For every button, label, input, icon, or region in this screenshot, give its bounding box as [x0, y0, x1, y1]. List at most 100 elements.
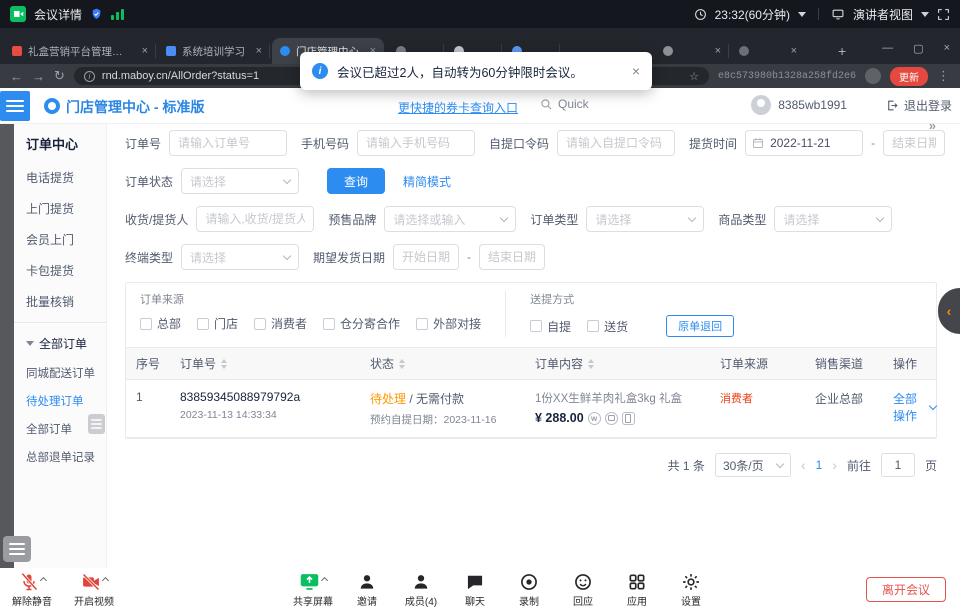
row-status: 待处理 / 无需付款 预约自提日期：2023-11-16	[360, 390, 525, 427]
original-return-button[interactable]: 原单退回	[666, 315, 734, 337]
back-icon[interactable]: ←	[10, 69, 23, 84]
tab-close-icon[interactable]: ×	[256, 45, 262, 57]
sidebar-item-hq-refunds[interactable]: 总部退单记录	[14, 443, 106, 471]
record-button[interactable]: 录制	[502, 570, 556, 608]
start-video-button[interactable]: 开启视频	[66, 570, 122, 608]
chat-button[interactable]: 聊天	[448, 570, 502, 608]
checkbox-external[interactable]: 外部对接	[416, 315, 481, 332]
browser-update-button[interactable]: 更新	[890, 67, 928, 86]
maximize-icon[interactable]: ▢	[913, 42, 923, 55]
pickup-code-input[interactable]	[557, 130, 675, 156]
sidebar-toggle-button[interactable]	[0, 91, 30, 121]
checkbox-delivery[interactable]: 送货	[587, 318, 628, 335]
browser-tab[interactable]: 礼盒营销平台管理中心 ×	[4, 38, 156, 64]
order-no-input[interactable]	[169, 130, 287, 156]
prev-page-icon[interactable]: ‹	[801, 457, 806, 473]
sort-icon[interactable]	[399, 359, 405, 369]
tab-favicon	[166, 46, 176, 56]
drag-handle[interactable]	[88, 414, 105, 434]
terminal-type-select[interactable]: 请选择	[181, 244, 299, 270]
simple-mode-link[interactable]: 精简模式	[403, 173, 451, 190]
sort-icon[interactable]	[221, 359, 227, 369]
checkbox-warehouse-coop[interactable]: 仓分寄合作	[323, 315, 400, 332]
checkbox-icon[interactable]	[323, 318, 335, 330]
meeting-title[interactable]: 会议详情	[34, 6, 82, 23]
search-button[interactable]: 查询	[327, 168, 385, 194]
browser-menu-icon[interactable]: ⋮	[937, 68, 950, 84]
expect-end-input[interactable]	[479, 244, 545, 270]
checkbox-consumer[interactable]: 消费者	[254, 315, 307, 332]
checkbox-self-pickup[interactable]: 自提	[530, 318, 571, 335]
quick-search[interactable]: Quick	[540, 97, 589, 111]
order-type-select[interactable]: 请选择	[586, 206, 704, 232]
meeting-topbar: 会议详情 23:32(60分钟) 演讲者视图	[0, 0, 960, 28]
sidebar-item-city-delivery[interactable]: 同城配送订单	[14, 359, 106, 387]
page-size-select[interactable]: 30条/页	[715, 453, 791, 477]
minimize-icon[interactable]: —	[882, 42, 893, 55]
checkbox-icon[interactable]	[254, 318, 266, 330]
tab-close-icon[interactable]: ×	[715, 45, 721, 57]
bookmark-star-icon[interactable]: ☆	[689, 70, 699, 83]
members-button[interactable]: 成员(4)	[394, 570, 448, 608]
new-tab-button[interactable]: +	[838, 43, 846, 59]
share-screen-button[interactable]: 共享屏幕	[286, 570, 340, 608]
collapse-panel-icon[interactable]: »	[929, 118, 936, 133]
invite-button[interactable]: 邀请	[340, 570, 394, 608]
mic-options-caret-icon[interactable]	[39, 577, 46, 584]
unmute-button[interactable]: 解除静音	[4, 570, 60, 608]
presale-brand-select[interactable]: 请选择或输入	[384, 206, 516, 232]
fullscreen-icon[interactable]	[937, 8, 950, 21]
browser-tab[interactable]: 系统培训学习 ×	[158, 38, 270, 64]
forward-icon[interactable]: →	[32, 69, 45, 84]
receiver-input[interactable]	[196, 206, 314, 232]
row-actions-link[interactable]: 全部操作	[893, 390, 936, 424]
checkbox-icon[interactable]	[587, 320, 599, 332]
checkbox-icon[interactable]	[140, 318, 152, 330]
field-pickup-code: 自提口令码	[489, 130, 675, 156]
user-avatar[interactable]	[751, 95, 771, 115]
site-info-icon[interactable]: i	[84, 71, 95, 82]
close-icon[interactable]: ×	[944, 42, 950, 55]
pickup-date-end-input[interactable]	[883, 130, 945, 156]
sidebar-item-pending-orders[interactable]: 待处理订单	[14, 387, 106, 415]
video-options-caret-icon[interactable]	[101, 577, 108, 584]
sidebar-item-door-pickup[interactable]: 上门提货	[14, 193, 106, 224]
toast-close-icon[interactable]: ×	[632, 63, 640, 79]
checkbox-icon[interactable]	[416, 318, 428, 330]
sidebar-item-batch-verify[interactable]: 批量核销	[14, 286, 106, 317]
coupon-query-link[interactable]: 更快捷的券卡查询入口	[398, 99, 518, 116]
current-page[interactable]: 1	[816, 458, 823, 472]
goods-type-select[interactable]: 请选择	[774, 206, 892, 232]
table-row: 1 83859345088979792a 2023-11-13 14:33:34…	[126, 380, 936, 438]
checkbox-icon[interactable]	[197, 318, 209, 330]
sidebar-item-card-pickup[interactable]: 卡包提货	[14, 255, 106, 286]
tab-close-icon[interactable]: ×	[791, 45, 797, 57]
floating-menu-button[interactable]	[3, 536, 31, 562]
sidebar-item-member-visit[interactable]: 会员上门	[14, 224, 106, 255]
order-status-select[interactable]: 请选择	[181, 168, 299, 194]
timer-caret-icon[interactable]	[798, 12, 806, 17]
apps-button[interactable]: 应用	[610, 570, 664, 608]
react-button[interactable]: 回应	[556, 570, 610, 608]
browser-tab[interactable]: ×	[731, 38, 805, 64]
tab-close-icon[interactable]: ×	[142, 45, 148, 57]
browser-tab[interactable]: ×	[655, 38, 729, 64]
view-mode-label[interactable]: 演讲者视图	[853, 6, 913, 23]
sidebar-group-all-orders[interactable]: 全部订单	[14, 328, 106, 359]
next-page-icon[interactable]: ›	[832, 457, 837, 473]
goto-page-input[interactable]	[881, 453, 915, 477]
checkbox-hq[interactable]: 总部	[140, 315, 181, 332]
reload-icon[interactable]: ↻	[54, 68, 65, 84]
checkbox-store[interactable]: 门店	[197, 315, 238, 332]
expect-start-input[interactable]	[393, 244, 459, 270]
checkbox-icon[interactable]	[530, 320, 542, 332]
view-caret-icon[interactable]	[921, 12, 929, 17]
logout-button[interactable]: 退出登录	[886, 97, 952, 114]
sort-icon[interactable]	[588, 359, 594, 369]
settings-button[interactable]: 设置	[664, 570, 718, 608]
phone-input[interactable]	[357, 130, 475, 156]
share-options-caret-icon[interactable]	[321, 577, 328, 584]
browser-profile-icon[interactable]	[865, 68, 881, 84]
leave-meeting-button[interactable]: 离开会议	[866, 577, 946, 602]
sidebar-item-phone-pickup[interactable]: 电话提货	[14, 162, 106, 193]
